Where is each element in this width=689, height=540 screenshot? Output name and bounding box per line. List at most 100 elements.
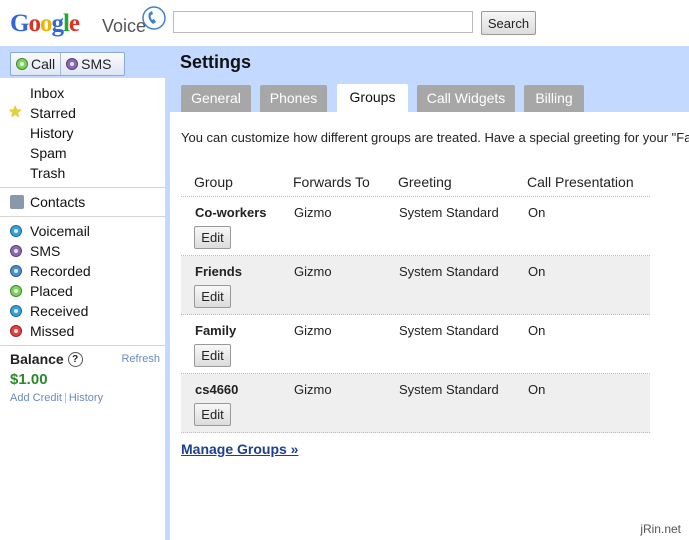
column-header-group: Group <box>194 174 233 190</box>
group-name: Friends <box>195 264 242 279</box>
settings-header: Settings <box>170 46 689 78</box>
watermark: jRin.net <box>640 522 681 536</box>
table-header: Group Forwards To Greeting Call Presenta… <box>181 170 650 197</box>
sidebar-item-label: Inbox <box>30 85 65 101</box>
sidebar-item-label: Received <box>30 303 89 319</box>
call-presentation: On <box>528 382 546 397</box>
sidebar-item-label: History <box>30 125 74 141</box>
group-name: cs4660 <box>195 382 239 397</box>
sidebar-item-label: Contacts <box>30 194 86 210</box>
settings-tabs: General Phones Groups Call Widgets Billi… <box>170 78 689 112</box>
help-icon[interactable]: ? <box>67 351 83 367</box>
column-header-call-presentation: Call Presentation <box>527 174 634 190</box>
group-name: Co-workers <box>195 205 267 220</box>
table-row: Co-workers Gizmo System Standard On Edit <box>181 197 650 256</box>
sidebar-item-recorded[interactable]: Recorded <box>0 261 165 281</box>
divider <box>0 216 165 217</box>
call-presentation: On <box>528 264 546 279</box>
sidebar-item-trash[interactable]: Trash <box>0 163 165 183</box>
sidebar-item-inbox[interactable]: Inbox <box>0 83 165 103</box>
sidebar-item-label: Trash <box>30 165 66 181</box>
divider <box>0 187 165 188</box>
sidebar-item-sms[interactable]: SMS <box>0 241 165 261</box>
sms-icon <box>10 245 22 257</box>
table-row: cs4660 Gizmo System Standard On Edit <box>181 374 650 433</box>
sms-button[interactable]: SMS <box>60 53 116 75</box>
edit-button[interactable]: Edit <box>194 285 231 308</box>
sidebar-top-bar: Call SMS <box>0 46 165 78</box>
forwards-to: Gizmo <box>294 382 332 397</box>
placed-icon <box>10 285 22 297</box>
balance-label: Balance <box>10 351 64 367</box>
sidebar-nav: Inbox ★ Starred History Spam Trash Contac… <box>0 83 165 350</box>
table-row: Friends Gizmo System Standard On Edit <box>181 256 650 315</box>
edit-button[interactable]: Edit <box>194 403 231 426</box>
sidebar-item-label: Placed <box>30 283 73 299</box>
sidebar-item-label: SMS <box>30 243 61 259</box>
groups-intro-text: You can customize how different groups a… <box>181 130 689 145</box>
balance-links: Add Credit | History <box>10 392 160 404</box>
sidebar-item-placed[interactable]: Placed <box>0 281 165 301</box>
balance-amount: $1.00 <box>10 371 48 388</box>
logo-google-text: Google <box>10 10 80 37</box>
call-presentation: On <box>528 205 546 220</box>
group-name: Family <box>195 323 237 338</box>
groups-table: Group Forwards To Greeting Call Presenta… <box>181 170 650 433</box>
tab-phones[interactable]: Phones <box>260 85 327 112</box>
sidebar-item-history[interactable]: History <box>0 123 165 143</box>
recorded-icon <box>10 265 22 277</box>
call-sms-buttons: Call SMS <box>10 52 125 76</box>
sidebar-divider <box>165 46 170 540</box>
phone-logo-icon <box>142 6 166 30</box>
tab-billing[interactable]: Billing <box>524 85 584 112</box>
sms-label: SMS <box>81 56 112 72</box>
forwards-to: Gizmo <box>294 264 332 279</box>
call-label: Call <box>31 56 56 72</box>
search-input[interactable] <box>173 11 473 33</box>
sms-icon <box>66 58 79 70</box>
call-presentation: On <box>528 323 546 338</box>
forwards-to: Gizmo <box>294 205 332 220</box>
received-icon <box>10 305 22 317</box>
balance-panel: Balance ? Refresh $1.00 Add Credit | Histo… <box>10 351 160 404</box>
sidebar-item-missed[interactable]: Missed <box>0 321 165 341</box>
missed-icon <box>10 325 22 337</box>
sidebar-item-label: Recorded <box>30 263 91 279</box>
greeting: System Standard <box>399 382 499 397</box>
refresh-link[interactable]: Refresh <box>121 353 160 365</box>
column-header-forwards-to: Forwards To <box>293 174 370 190</box>
search-button[interactable]: Search <box>481 11 536 35</box>
call-icon <box>16 58 28 70</box>
table-row: Family Gizmo System Standard On Edit <box>181 315 650 374</box>
edit-button[interactable]: Edit <box>194 344 231 367</box>
contacts-icon <box>10 195 24 209</box>
sidebar-item-spam[interactable]: Spam <box>0 143 165 163</box>
sidebar-item-received[interactable]: Received <box>0 301 165 321</box>
add-credit-link[interactable]: Add Credit <box>10 392 62 404</box>
tab-call-widgets[interactable]: Call Widgets <box>417 85 515 112</box>
tab-general[interactable]: General <box>181 85 251 112</box>
sidebar-item-starred[interactable]: ★ Starred <box>0 103 165 123</box>
edit-button[interactable]: Edit <box>194 226 231 249</box>
sidebar-item-label: Spam <box>30 145 67 161</box>
link-separator: | <box>63 392 67 404</box>
star-icon: ★ <box>8 104 23 121</box>
forwards-to: Gizmo <box>294 323 332 338</box>
tab-groups[interactable]: Groups <box>337 84 408 112</box>
greeting: System Standard <box>399 264 499 279</box>
sidebar-item-label: Starred <box>30 105 76 121</box>
column-header-greeting: Greeting <box>398 174 452 190</box>
left-sidebar: Call SMS Inbox ★ Starred History Spam Tra… <box>0 46 165 540</box>
greeting: System Standard <box>399 323 499 338</box>
manage-groups-link[interactable]: Manage Groups » <box>181 441 298 457</box>
sidebar-item-label: Missed <box>30 323 75 339</box>
sidebar-item-contacts[interactable]: Contacts <box>0 192 165 212</box>
google-voice-logo[interactable]: Google Voice <box>10 6 170 42</box>
voicemail-icon <box>10 225 22 237</box>
call-button[interactable]: Call <box>11 53 60 75</box>
divider <box>0 345 165 346</box>
sidebar-item-voicemail[interactable]: Voicemail <box>0 221 165 241</box>
billing-history-link[interactable]: History <box>69 392 103 404</box>
greeting: System Standard <box>399 205 499 220</box>
page-title: Settings <box>180 52 252 72</box>
